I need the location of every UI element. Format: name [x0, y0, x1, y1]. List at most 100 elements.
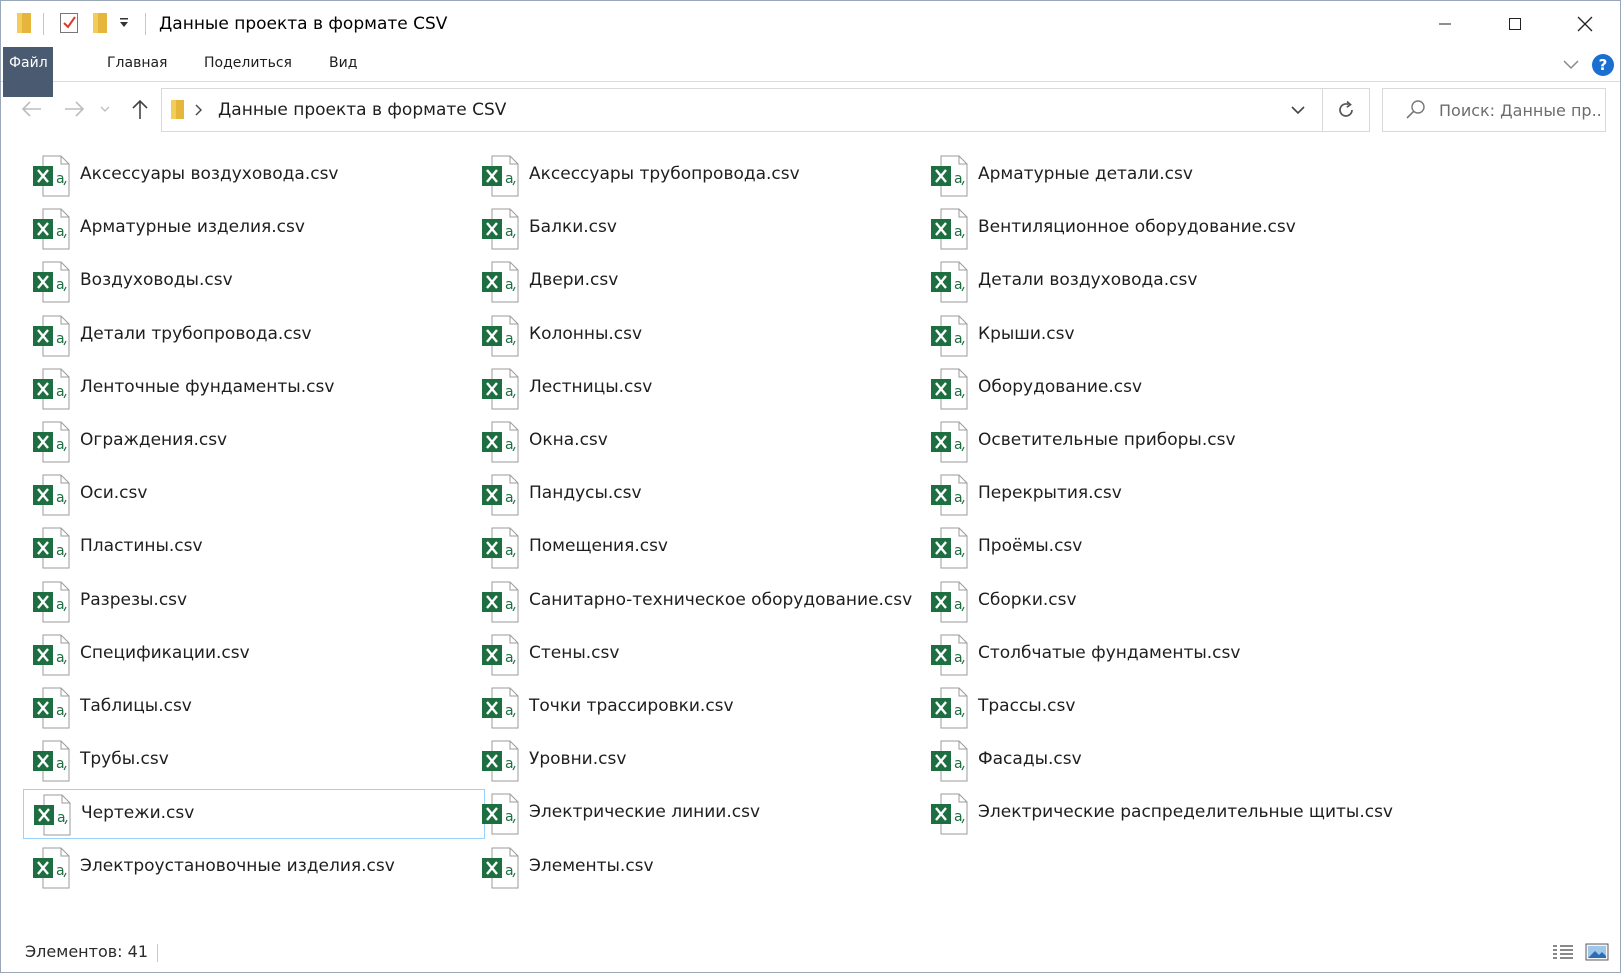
file-item[interactable]: a Санитарно-техническое оборудование.csv	[472, 577, 934, 627]
file-item[interactable]: a Трубы.csv	[23, 736, 485, 786]
file-item[interactable]: a Вентиляционное оборудование.csv	[921, 204, 1383, 254]
file-item[interactable]: a Оси.csv	[23, 470, 485, 520]
file-item[interactable]: a Фасады.csv	[921, 736, 1383, 786]
minimize-button[interactable]	[1410, 1, 1480, 47]
file-name: Таблицы.csv	[80, 696, 192, 716]
file-item[interactable]: a Окна.csv	[472, 417, 934, 467]
file-item[interactable]: a Трассы.csv	[921, 683, 1383, 733]
file-item[interactable]: a Лестницы.csv	[472, 364, 934, 414]
file-item[interactable]: a Электроустановочные изделия.csv	[23, 843, 485, 893]
file-item[interactable]: a Детали трубопровода.csv	[23, 311, 485, 361]
file-item[interactable]: a Детали воздуховода.csv	[921, 257, 1383, 307]
svg-text:a: a	[505, 490, 514, 506]
excel-csv-icon: a	[32, 793, 72, 837]
close-button[interactable]	[1550, 1, 1620, 47]
file-name: Осветительные приборы.csv	[978, 430, 1236, 450]
svg-text:a: a	[56, 490, 65, 506]
file-item[interactable]: a Электрические распределительные щиты.cs…	[921, 789, 1393, 839]
file-item[interactable]: a Сборки.csv	[921, 577, 1383, 627]
file-item[interactable]: a Чертежи.csv	[23, 789, 485, 839]
file-name: Вентиляционное оборудование.csv	[978, 217, 1296, 237]
large-icons-view-icon[interactable]	[1585, 942, 1609, 964]
title-separator	[145, 13, 146, 35]
folder-icon	[170, 99, 186, 125]
file-item[interactable]: a Точки трассировки.csv	[472, 683, 934, 733]
address-history-dropdown[interactable]	[1274, 89, 1322, 131]
svg-text:a: a	[954, 650, 963, 666]
file-item[interactable]: a Аксессуары воздуховода.csv	[23, 151, 485, 201]
window-title: Данные проекта в формате CSV	[159, 14, 448, 34]
recent-locations-icon[interactable]	[97, 96, 113, 122]
tab-home[interactable]: Главная	[89, 47, 185, 80]
maximize-button[interactable]	[1480, 1, 1550, 47]
excel-csv-icon: a	[480, 473, 520, 517]
file-item[interactable]: a Арматурные детали.csv	[921, 151, 1383, 201]
svg-text:a: a	[56, 224, 65, 240]
file-item[interactable]: a Столбчатые фундаменты.csv	[921, 630, 1383, 680]
svg-text:a: a	[57, 810, 66, 826]
file-item[interactable]: a Крыши.csv	[921, 311, 1383, 361]
address-bar[interactable]: Данные проекта в формате CSV	[161, 88, 1323, 132]
file-name: Воздуховоды.csv	[80, 270, 233, 290]
file-name: Колонны.csv	[529, 324, 643, 344]
excel-csv-icon: a	[929, 686, 969, 730]
file-item[interactable]: a Аксессуары трубопровода.csv	[472, 151, 934, 201]
tab-share[interactable]: Поделиться	[186, 47, 310, 80]
excel-csv-icon: a	[31, 580, 71, 624]
file-item[interactable]: a Разрезы.csv	[23, 577, 485, 627]
excel-csv-icon: a	[929, 260, 969, 304]
svg-text:a: a	[56, 171, 65, 187]
file-item[interactable]: a Колонны.csv	[472, 311, 934, 361]
file-item[interactable]: a Пандусы.csv	[472, 470, 934, 520]
file-name: Балки.csv	[529, 217, 617, 237]
forward-button[interactable]	[62, 96, 88, 122]
excel-csv-icon: a	[929, 633, 969, 677]
properties-icon[interactable]	[59, 12, 79, 34]
file-item[interactable]: a Спецификации.csv	[23, 630, 485, 680]
file-item[interactable]: a Проёмы.csv	[921, 523, 1383, 573]
new-folder-icon[interactable]	[91, 12, 109, 34]
svg-text:a: a	[56, 863, 65, 879]
search-input[interactable]	[1439, 98, 1601, 122]
back-button[interactable]	[18, 96, 44, 122]
breadcrumb-chevron-icon[interactable]	[194, 100, 204, 124]
search-box[interactable]	[1382, 88, 1606, 132]
up-button[interactable]	[127, 96, 153, 122]
file-item[interactable]: a Воздуховоды.csv	[23, 257, 485, 307]
file-item[interactable]: a Двери.csv	[472, 257, 934, 307]
tab-view[interactable]: Вид	[311, 47, 375, 80]
excel-csv-icon: a	[480, 739, 520, 783]
svg-text:a: a	[505, 703, 514, 719]
refresh-button[interactable]	[1322, 88, 1370, 132]
excel-csv-icon: a	[480, 792, 520, 836]
file-item[interactable]: a Пластины.csv	[23, 523, 485, 573]
file-item[interactable]: a Оборудование.csv	[921, 364, 1383, 414]
file-item[interactable]: a Помещения.csv	[472, 523, 934, 573]
file-item[interactable]: a Стены.csv	[472, 630, 934, 680]
svg-text:a: a	[505, 809, 514, 825]
svg-text:a: a	[505, 863, 514, 879]
svg-text:a: a	[954, 756, 963, 772]
file-item[interactable]: a Ограждения.csv	[23, 417, 485, 467]
folder-icon	[15, 12, 33, 34]
file-item[interactable]: a Электрические линии.csv	[472, 789, 934, 839]
expand-ribbon-icon[interactable]	[1562, 55, 1580, 77]
file-item[interactable]: a Ленточные фундаменты.csv	[23, 364, 485, 414]
breadcrumb[interactable]: Данные проекта в формате CSV	[218, 100, 506, 120]
file-item[interactable]: a Уровни.csv	[472, 736, 934, 786]
file-item[interactable]: a Осветительные приборы.csv	[921, 417, 1383, 467]
file-item[interactable]: a Балки.csv	[472, 204, 934, 254]
details-view-icon[interactable]	[1552, 942, 1576, 964]
file-name: Трубы.csv	[80, 749, 169, 769]
help-icon[interactable]: ?	[1592, 54, 1614, 76]
svg-text:a: a	[56, 543, 65, 559]
status-separator	[157, 944, 158, 962]
excel-csv-icon: a	[929, 473, 969, 517]
file-item[interactable]: a Таблицы.csv	[23, 683, 485, 733]
file-item[interactable]: a Перекрытия.csv	[921, 470, 1383, 520]
customize-toolbar-icon[interactable]	[118, 17, 130, 29]
svg-text:a: a	[56, 597, 65, 613]
file-item[interactable]: a Арматурные изделия.csv	[23, 204, 485, 254]
excel-csv-icon: a	[31, 526, 71, 570]
file-item[interactable]: a Элементы.csv	[472, 843, 934, 893]
